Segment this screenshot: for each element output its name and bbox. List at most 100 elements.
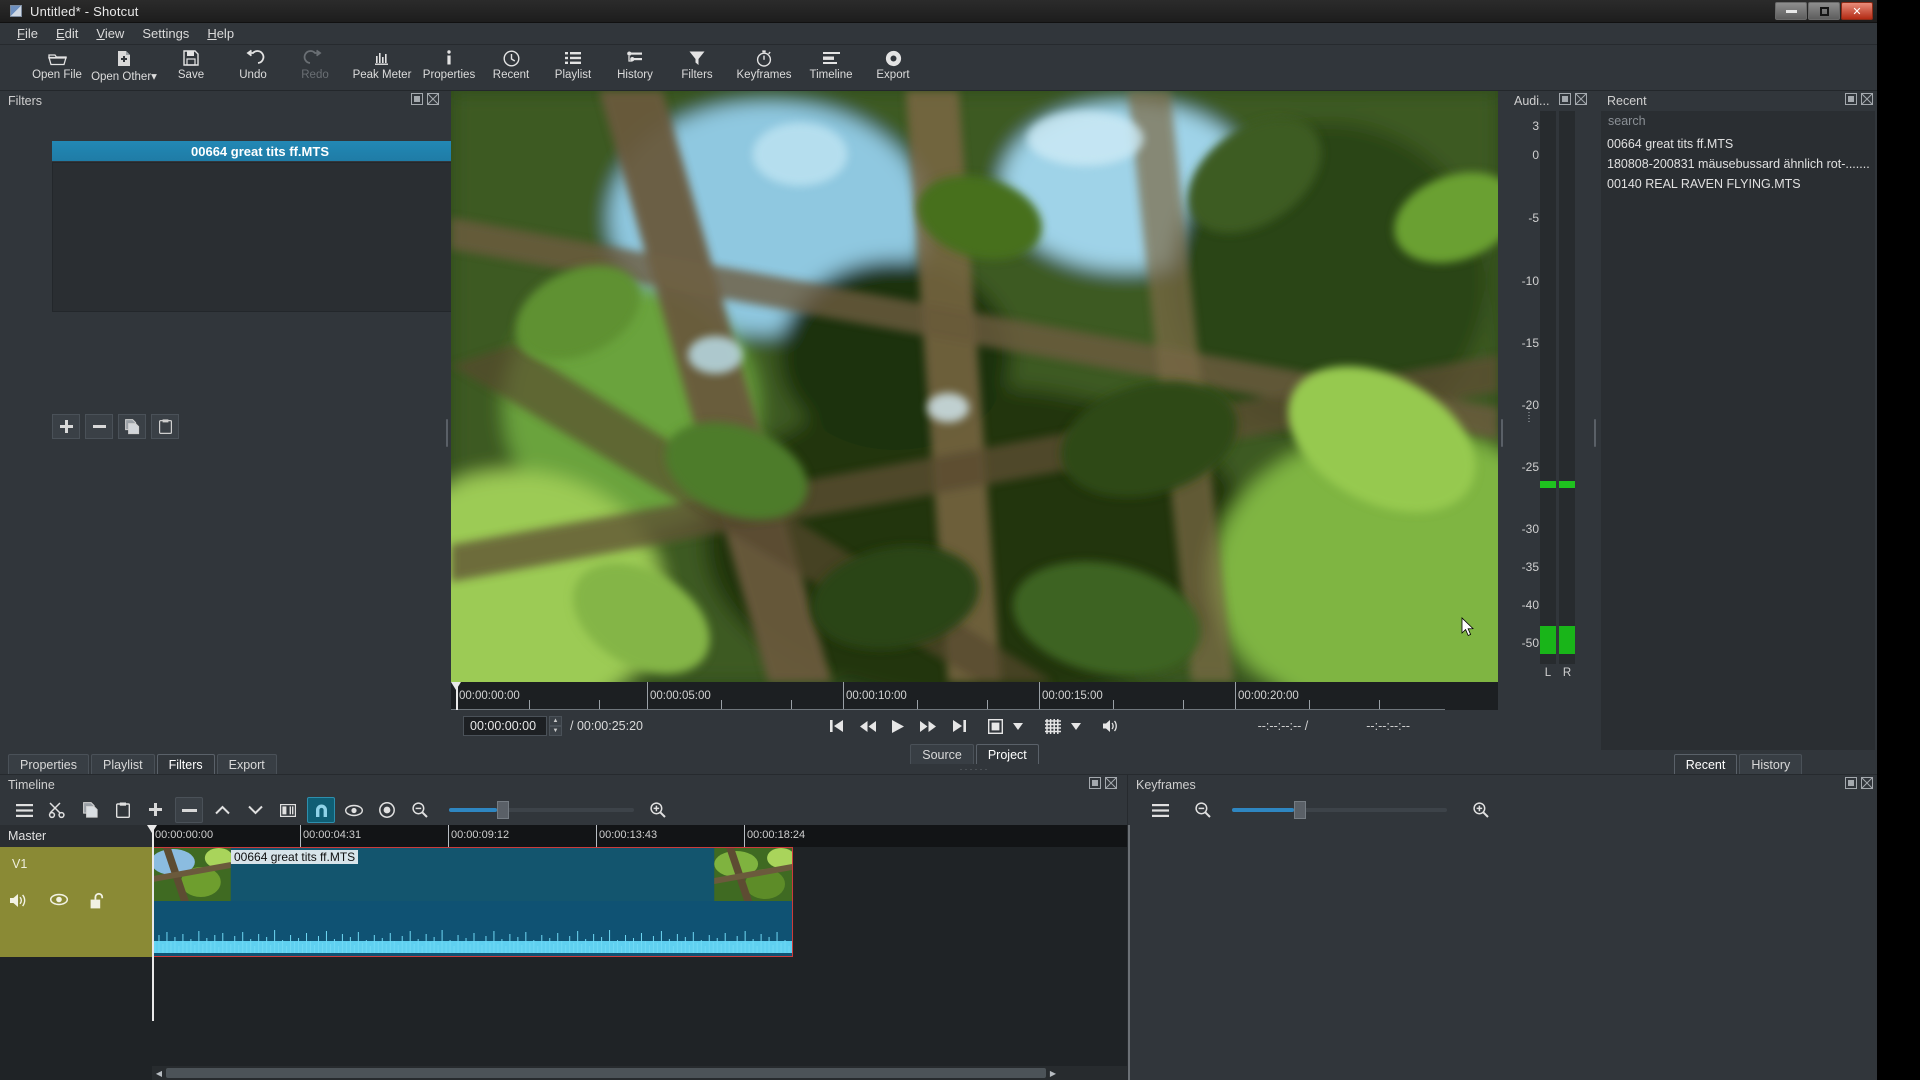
zoom-menu-button[interactable] [1013, 722, 1023, 730]
volume-button[interactable] [1103, 719, 1119, 733]
recent-button[interactable]: Recent [480, 45, 542, 81]
scroll-right-arrow[interactable]: ▶ [1046, 1066, 1060, 1080]
float-icon[interactable] [1089, 777, 1101, 789]
keyframes-zoom-slider[interactable] [1232, 801, 1447, 819]
recent-list-item[interactable]: 00664 great tits ff.MTS [1601, 134, 1875, 154]
tab-project[interactable]: Project [975, 744, 1039, 764]
overwrite-button[interactable] [241, 797, 269, 823]
ripple-button[interactable] [373, 797, 401, 823]
float-icon[interactable] [1845, 93, 1857, 105]
open-other-button[interactable]: Open Other▾ [88, 45, 160, 83]
tab-recent[interactable]: Recent [1673, 754, 1738, 774]
remove-filter-button[interactable] [85, 414, 113, 439]
close-icon[interactable] [1575, 93, 1587, 105]
zoom-out-button[interactable] [406, 797, 434, 823]
recent-list[interactable]: 00664 great tits ff.MTS 180808-200831 mä… [1601, 130, 1875, 750]
track-header-v1[interactable]: V1 [0, 847, 152, 957]
toggle-zoom-button[interactable] [987, 718, 1004, 734]
snap-button[interactable] [307, 797, 335, 823]
tab-history[interactable]: History [1739, 754, 1803, 774]
skip-to-end-button[interactable] [952, 720, 966, 732]
keyframes-zoom-out-button[interactable] [1189, 797, 1217, 823]
properties-button[interactable]: Properties [418, 45, 480, 81]
track-hide-button[interactable] [49, 893, 69, 912]
tab-properties[interactable]: Properties [8, 754, 89, 774]
minimize-button[interactable] [1775, 2, 1807, 20]
timeline-tracks-area[interactable]: Master V1 00:00:00:00 00:00:04:31 00:00:… [0, 825, 1127, 1080]
export-button[interactable]: Export [862, 45, 924, 81]
recent-list-item[interactable]: 00140 REAL RAVEN FLYING.MTS [1601, 174, 1875, 194]
rewind-button[interactable] [860, 720, 876, 732]
filter-list[interactable] [52, 162, 468, 312]
playlist-button[interactable]: Playlist [542, 45, 604, 81]
tab-export[interactable]: Export [216, 754, 277, 774]
player-scrub-bar[interactable]: 00:00:00:00 00:00:05:00 00:00:10:00 00:0… [451, 682, 1498, 711]
tab-source[interactable]: Source [910, 744, 974, 764]
keyframes-body[interactable] [1128, 825, 1877, 1080]
video-preview[interactable] [451, 91, 1498, 682]
close-icon[interactable] [427, 93, 439, 105]
maximize-button[interactable] [1808, 2, 1840, 20]
close-icon[interactable] [1105, 777, 1117, 789]
track-lock-button[interactable] [90, 892, 105, 912]
stepper-down[interactable]: ▼ [549, 726, 562, 736]
skip-to-start-button[interactable] [830, 720, 844, 732]
filters-button[interactable]: Filters [666, 45, 728, 81]
close-icon[interactable] [1861, 777, 1873, 789]
timeline-ruler[interactable]: 00:00:00:00 00:00:04:31 00:00:09:12 00:0… [152, 825, 1127, 847]
menu-help[interactable]: Help [198, 24, 243, 43]
close-icon[interactable] [1861, 93, 1873, 105]
float-icon[interactable] [411, 93, 423, 105]
fast-forward-button[interactable] [920, 720, 936, 732]
timeline-playhead[interactable] [147, 825, 158, 1021]
zoom-in-button[interactable] [644, 797, 672, 823]
player-playhead[interactable] [451, 682, 462, 710]
save-button[interactable]: Save [160, 45, 222, 81]
track-mute-button[interactable] [10, 893, 28, 912]
float-icon[interactable] [1559, 93, 1571, 105]
copy-filters-button[interactable] [118, 414, 146, 439]
undo-button[interactable]: Undo [222, 45, 284, 81]
recent-search-input[interactable]: search [1601, 111, 1875, 130]
ripple-delete-button[interactable] [175, 797, 203, 823]
history-button[interactable]: History [604, 45, 666, 81]
scroll-left-arrow[interactable]: ◀ [152, 1066, 166, 1080]
keyframes-playhead[interactable] [1128, 825, 1130, 1080]
open-file-button[interactable]: Open File [26, 45, 88, 81]
cut-button[interactable] [43, 797, 71, 823]
append-button[interactable] [142, 797, 170, 823]
timeline-zoom-slider[interactable] [449, 801, 634, 819]
menu-settings[interactable]: Settings [133, 24, 198, 43]
keyframes-menu-button[interactable] [1146, 797, 1174, 823]
timeline-button[interactable]: Timeline [800, 45, 862, 81]
scrub-while-dragging-button[interactable] [340, 797, 368, 823]
keyframes-button[interactable]: Keyframes [728, 45, 800, 81]
grid-menu-button[interactable] [1071, 722, 1081, 730]
add-filter-button[interactable] [52, 414, 80, 439]
scroll-thumb[interactable] [166, 1068, 1046, 1078]
timeline-zoom-knob[interactable] [497, 801, 509, 819]
tab-filters[interactable]: Filters [156, 754, 215, 774]
grid-button[interactable] [1045, 718, 1061, 734]
menu-file[interactable]: File [8, 24, 47, 43]
recent-list-item[interactable]: 180808-200831 mäusebussard ähnlich rot-.… [1601, 154, 1875, 174]
play-button[interactable] [892, 719, 904, 733]
stepper-up[interactable]: ▲ [549, 716, 562, 726]
redo-button[interactable]: Redo [284, 45, 346, 81]
keyframes-zoom-knob[interactable] [1294, 801, 1306, 819]
position-stepper[interactable]: ▲ ▼ [549, 716, 562, 736]
float-icon[interactable] [1845, 777, 1857, 789]
meter-splitter[interactable] [1498, 91, 1506, 774]
current-position-field[interactable]: 00:00:00:00 [463, 716, 547, 736]
menu-edit[interactable]: Edit [47, 24, 87, 43]
paste-button[interactable] [109, 797, 137, 823]
keyframes-zoom-in-button[interactable] [1467, 797, 1495, 823]
player-bottom-grip[interactable]: ······ [451, 764, 1498, 774]
lift-button[interactable] [208, 797, 236, 823]
paste-filters-button[interactable] [151, 414, 179, 439]
master-track-header[interactable]: Master [0, 825, 152, 847]
timeline-horizontal-scrollbar[interactable]: ◀ ▶ [152, 1066, 1127, 1080]
menu-view[interactable]: View [87, 24, 133, 43]
timeline-clip[interactable]: 00664 great tits ff.MTS [152, 847, 793, 957]
peak-meter-button[interactable]: Peak Meter [346, 45, 418, 81]
